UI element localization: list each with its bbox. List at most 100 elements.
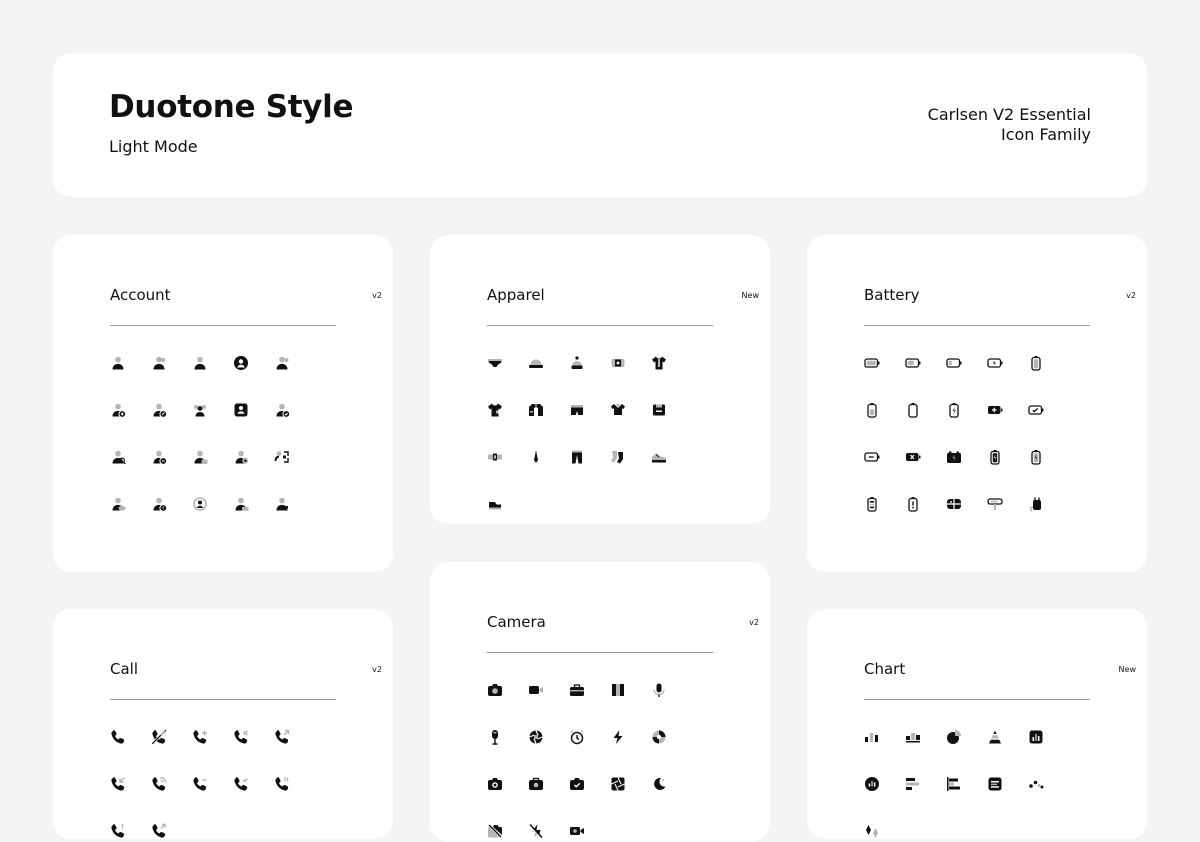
user-remove-icon — [151, 449, 192, 465]
phone-add-icon — [192, 729, 233, 745]
bar-horizontal-icon — [905, 776, 946, 792]
icon-family-line-2: Icon Family — [1000, 125, 1091, 144]
shutter-icon — [651, 729, 692, 745]
shirt-icon — [651, 355, 692, 371]
card-title: Battery — [864, 286, 920, 304]
column-chart-icon — [905, 729, 946, 745]
battery-cable-icon — [987, 496, 1028, 512]
phone-signal-icon — [151, 776, 192, 792]
card-divider — [487, 652, 713, 653]
user-cloud-icon — [110, 496, 151, 512]
phone-forward-icon — [151, 823, 192, 839]
version-badge: New — [1118, 665, 1136, 674]
user-lock-icon — [192, 449, 233, 465]
icon-grid — [487, 682, 727, 839]
battery-x-h-icon — [905, 449, 946, 465]
bar-chart-icon — [864, 729, 905, 745]
phone-outgoing-icon — [274, 729, 315, 745]
flash-icon — [610, 729, 651, 745]
shoe-icon — [487, 496, 528, 512]
underwear-icon — [487, 355, 528, 371]
battery-plug-icon — [1028, 496, 1069, 512]
card-title: Account — [110, 286, 171, 304]
user-info-icon — [151, 496, 192, 512]
icon-grid — [487, 355, 727, 512]
version-badge: v2 — [372, 665, 382, 674]
user-edit-icon — [151, 402, 192, 418]
phone-check-icon — [233, 776, 274, 792]
camera-icon — [487, 682, 528, 698]
camera-case-icon — [528, 776, 569, 792]
icon-grid — [864, 729, 1104, 839]
card-chart: Chart New — [807, 609, 1147, 839]
timer-icon — [569, 729, 610, 745]
card-title: Apparel — [487, 286, 545, 304]
chart-circle-icon — [864, 776, 905, 792]
phone-slash-icon — [151, 729, 192, 745]
card-divider — [110, 325, 336, 326]
user-check-icon — [274, 402, 315, 418]
user-circle-icon — [233, 355, 274, 371]
card-call: Call v2 — [53, 609, 393, 839]
battery-full-h-icon — [864, 355, 905, 371]
user-team-icon — [192, 402, 233, 418]
card-account: Account v2 — [53, 235, 393, 572]
phone-info-icon — [110, 823, 151, 839]
card-divider — [110, 699, 336, 700]
page-title: Duotone Style — [109, 89, 354, 125]
sweater-icon — [651, 402, 692, 418]
card-divider — [487, 325, 713, 326]
battery-warning-v-icon — [905, 496, 946, 512]
tie-icon — [528, 449, 569, 465]
cap-icon — [528, 355, 569, 371]
phone-icon — [110, 729, 151, 745]
user-pair-icon — [274, 355, 315, 371]
chart-square-icon — [1028, 729, 1069, 745]
version-badge: New — [741, 291, 759, 300]
no-flash-icon — [528, 823, 569, 839]
phone-incoming-icon — [110, 776, 151, 792]
user-alt-icon — [192, 355, 233, 371]
battery-level-v-icon — [1028, 449, 1069, 465]
polo-icon — [610, 402, 651, 418]
phone-pause-icon — [274, 776, 315, 792]
card-camera: Camera v2 — [430, 562, 770, 842]
chart-list-icon — [987, 776, 1028, 792]
film-icon — [610, 682, 651, 698]
icon-grid — [864, 355, 1104, 512]
video-camera-icon — [528, 682, 569, 698]
mic-stand-icon — [487, 729, 528, 745]
camera-alt-icon — [487, 776, 528, 792]
wallet-icon — [610, 355, 651, 371]
camera-off-icon — [487, 823, 528, 839]
user-sync-icon — [192, 496, 233, 512]
beanie-icon — [569, 355, 610, 371]
card-title: Camera — [487, 613, 546, 631]
battery-charge-h-icon — [987, 355, 1028, 371]
page-subtitle: Light Mode — [109, 137, 198, 156]
tshirt-icon — [487, 402, 528, 418]
card-divider — [864, 325, 1090, 326]
version-badge: v2 — [372, 291, 382, 300]
battery-grid-icon — [946, 496, 987, 512]
image-aperture-icon — [610, 776, 651, 792]
night-mode-icon — [651, 776, 692, 792]
jacket-icon — [528, 402, 569, 418]
diamond-chart-icon — [864, 823, 905, 839]
icon-family-label: Carlsen V2 Essential Icon Family — [928, 105, 1091, 145]
card-battery: Battery v2 — [807, 235, 1147, 572]
shorts-icon — [569, 402, 610, 418]
aperture-icon — [528, 729, 569, 745]
battery-half-h-icon — [905, 355, 946, 371]
user-group-icon — [151, 355, 192, 371]
battery-minus-h-icon — [864, 449, 905, 465]
pants-icon — [569, 449, 610, 465]
battery-low-h-icon — [946, 355, 987, 371]
user-search-icon — [110, 449, 151, 465]
video-record-icon — [569, 823, 610, 839]
user-add-icon — [110, 402, 151, 418]
pie-chart-icon — [946, 729, 987, 745]
socks-icon — [610, 449, 651, 465]
battery-plus-h-icon — [987, 402, 1028, 418]
version-badge: v2 — [1126, 291, 1136, 300]
